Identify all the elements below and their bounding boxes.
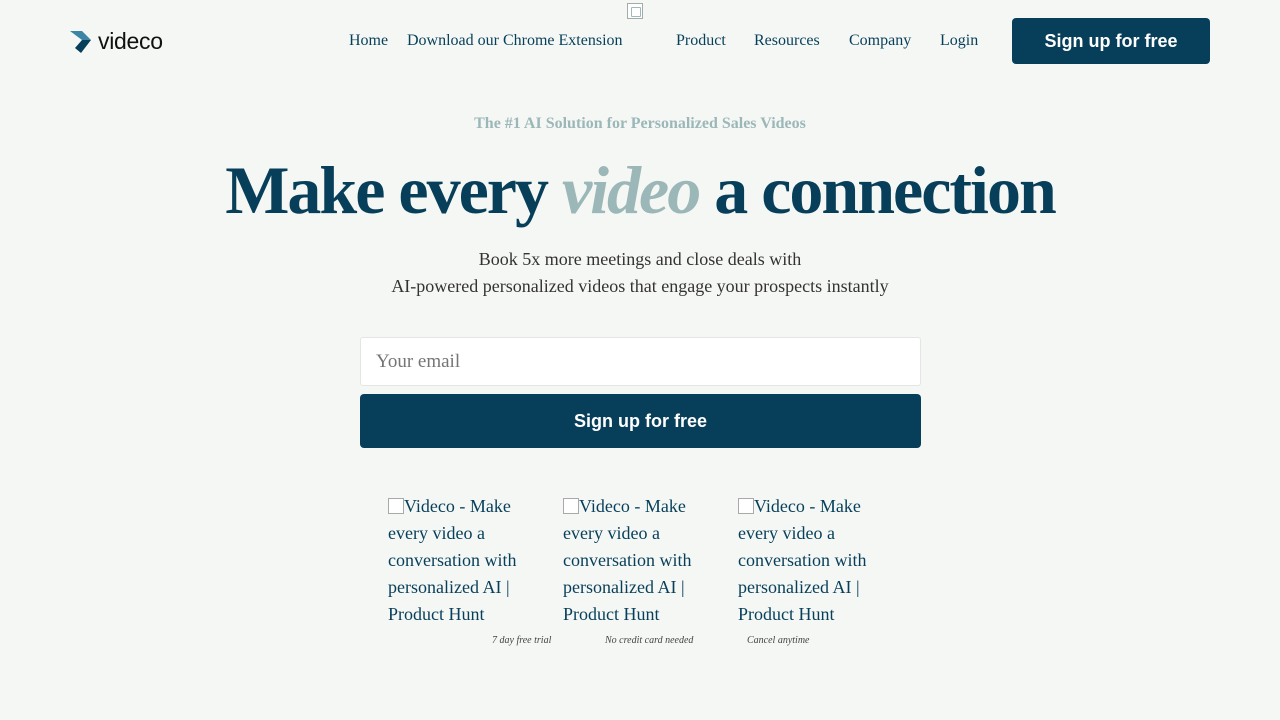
no-credit-card-note: No credit card needed bbox=[605, 635, 694, 646]
badge-alt-text: Videco - Make every video a conversation… bbox=[563, 496, 692, 624]
free-trial-note: 7 day free trial bbox=[492, 635, 552, 646]
nav-home[interactable]: Home bbox=[349, 31, 388, 51]
hero-headline: Make every video a connection bbox=[0, 150, 1280, 230]
broken-image-icon bbox=[627, 3, 643, 19]
headline-part-2: a connection bbox=[699, 152, 1057, 228]
cancel-anytime-note: Cancel anytime bbox=[747, 635, 810, 646]
videco-logo[interactable]: videco bbox=[70, 29, 163, 53]
header-signup-button[interactable]: Sign up for free bbox=[1012, 18, 1210, 64]
broken-image-icon bbox=[738, 498, 754, 514]
badge-alt-text: Videco - Make every video a conversation… bbox=[388, 496, 517, 624]
headline-part-1: Make every bbox=[225, 152, 562, 228]
headline-accent: video bbox=[561, 152, 701, 228]
logo-text: videco bbox=[98, 28, 163, 54]
nav-product[interactable]: Product bbox=[676, 31, 726, 51]
broken-image-icon bbox=[563, 498, 579, 514]
hero-subtitle-line-1: Book 5x more meetings and close deals wi… bbox=[478, 249, 802, 269]
product-hunt-badge[interactable]: Videco - Make every video a conversation… bbox=[738, 493, 888, 628]
nav-company[interactable]: Company bbox=[849, 31, 911, 51]
badge-alt-text: Videco - Make every video a conversation… bbox=[738, 496, 867, 624]
nav-login[interactable]: Login bbox=[940, 31, 978, 51]
signup-submit-button[interactable]: Sign up for free bbox=[360, 394, 921, 448]
nav-chrome-extension[interactable]: Download our Chrome Extension bbox=[407, 31, 623, 51]
product-hunt-badge[interactable]: Videco - Make every video a conversation… bbox=[388, 493, 538, 628]
email-input[interactable] bbox=[360, 337, 921, 386]
hero-eyebrow: The #1 AI Solution for Personalized Sale… bbox=[474, 115, 806, 132]
nav-resources[interactable]: Resources bbox=[754, 31, 820, 51]
broken-image-icon bbox=[388, 498, 404, 514]
landing-page: videco Home Download our Chrome Extensio… bbox=[0, 0, 1280, 720]
chevron-arrow-icon bbox=[70, 31, 91, 53]
hero-subtitle-line-2: AI-powered personalized videos that enga… bbox=[391, 276, 889, 296]
product-hunt-badge[interactable]: Videco - Make every video a conversation… bbox=[563, 493, 713, 628]
